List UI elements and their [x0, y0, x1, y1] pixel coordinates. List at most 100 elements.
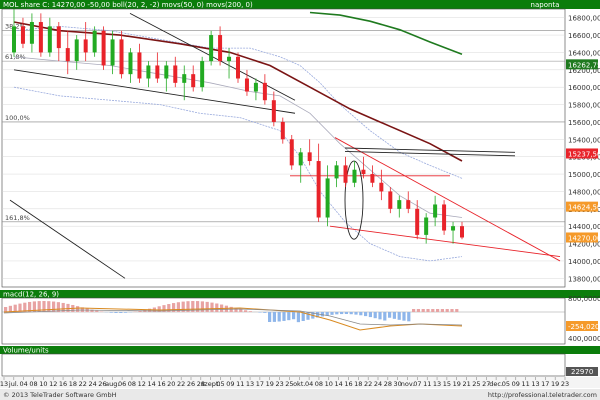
candle-body: [12, 26, 16, 53]
x-tick-label: 22: [79, 380, 87, 388]
candle-body: [74, 39, 79, 62]
x-tick-label: 18: [354, 380, 362, 388]
macd-histogram-bar: [445, 309, 449, 312]
y-tick-label: 13800,00: [568, 275, 600, 283]
macd-histogram-bar: [263, 312, 267, 313]
volume-label: Volume/units: [3, 347, 49, 355]
macd-histogram-bar: [119, 312, 123, 313]
x-tick-label: 06: [118, 380, 126, 388]
candle-body: [200, 61, 205, 88]
macd-histogram-bar: [392, 312, 396, 319]
x-tick-label: 22: [177, 380, 185, 388]
y-tick-label: 16800,00: [568, 15, 600, 23]
candle-body: [137, 52, 142, 79]
x-tick-label: 04: [305, 380, 313, 388]
candle-body: [173, 65, 178, 83]
macd-histogram-bar: [330, 312, 334, 315]
candle-body: [433, 204, 438, 218]
macd-histogram-bar: [277, 312, 281, 322]
macd-histogram-bar: [287, 312, 291, 321]
candle-body: [101, 30, 106, 66]
candle-body: [370, 174, 375, 183]
price-tag-value: 15237,50: [568, 150, 600, 158]
fib-level-label: 100,0%: [5, 114, 30, 122]
chart-window: MOL share C: 14270,00 -50,00 boll(20, 2,…: [0, 0, 600, 400]
macd-histogram-bar: [124, 312, 128, 313]
x-tick-label: 23: [561, 380, 569, 388]
x-tick-label: 20: [167, 380, 175, 388]
y-tick-label: 15800,00: [568, 102, 600, 110]
macd-histogram-bar: [306, 312, 310, 320]
macd-title-bar: [0, 290, 600, 298]
x-tick-label: 25: [472, 380, 480, 388]
candle-body: [298, 152, 303, 166]
macd-value-text: -254,0200: [568, 323, 600, 331]
macd-histogram-bar: [436, 309, 440, 312]
macd-histogram-bar: [416, 309, 420, 312]
candle-body: [56, 26, 61, 49]
macd-histogram-bar: [368, 312, 372, 318]
macd-histogram-bar: [248, 311, 252, 312]
x-tick-label: 13: [246, 380, 254, 388]
x-tick-label: 22: [364, 380, 372, 388]
x-tick-label: 07: [413, 380, 421, 388]
y-tick-label: 14000,00: [568, 258, 600, 266]
x-tick-label: 05: [502, 380, 510, 388]
candle-body: [146, 65, 151, 79]
candle-body: [244, 78, 249, 92]
x-tick-label: 16: [59, 380, 67, 388]
macd-histogram-bar: [109, 312, 113, 313]
macd-histogram-bar: [421, 309, 425, 312]
macd-histogram-bar: [431, 309, 435, 312]
x-tick-label: 11: [423, 380, 431, 388]
x-tick-label: 11: [521, 380, 529, 388]
candle-body: [182, 74, 187, 83]
macd-histogram-bar: [148, 308, 152, 312]
x-tick-label: 17: [541, 380, 549, 388]
x-tick-label: 08: [128, 380, 136, 388]
candle-body: [262, 82, 267, 101]
y-tick-label: 16000,00: [568, 84, 600, 92]
macd-histogram-bar: [426, 309, 430, 312]
macd-histogram-bar: [114, 312, 118, 313]
x-tick-label: 12: [49, 380, 57, 388]
x-tick-label: 21: [462, 380, 470, 388]
macd-histogram-bar: [344, 312, 348, 315]
x-tick-label: 13: [531, 380, 539, 388]
macd-tick-label: 800,0000: [568, 295, 600, 303]
x-tick-label: 11: [236, 380, 244, 388]
macd-histogram-bar: [268, 312, 272, 322]
y-tick-label: 14800,00: [568, 188, 600, 196]
candle-body: [271, 100, 276, 122]
chart-svg: MOL share C: 14270,00 -50,00 boll(20, 2,…: [0, 0, 600, 400]
x-tick-label: jul.: [8, 380, 19, 388]
macd-histogram-bar: [215, 303, 219, 312]
macd-histogram-bar: [210, 302, 214, 312]
macd-histogram-bar: [47, 301, 51, 312]
x-axis: 13 jul. 04 08 10 12 16 18 22 24 26aug.06 08 12 14 16 20…: [0, 377, 600, 388]
candle-body: [110, 39, 115, 66]
macd-histogram-bar: [373, 312, 377, 319]
macd-histogram-bar: [383, 312, 387, 321]
macd-histogram-bar: [244, 310, 248, 312]
macd-histogram-bar: [272, 312, 276, 322]
footer-copyright: © 2013 TeleTrader Software GmbH: [3, 391, 117, 399]
macd-histogram-bar: [52, 301, 56, 312]
macd-histogram-bar: [340, 312, 344, 315]
x-tick-label: 14: [147, 380, 155, 388]
x-tick-label: 13: [433, 380, 441, 388]
candle-body: [236, 56, 240, 79]
x-tick-label: 23: [275, 380, 283, 388]
candle-body: [191, 74, 196, 88]
x-tick-label: 15: [443, 380, 451, 388]
y-tick-label: 14400,00: [568, 223, 600, 231]
x-tick-label: okt.: [293, 380, 305, 388]
x-tick-label: 19: [551, 380, 559, 388]
chart-background: [0, 0, 600, 400]
candle-body: [38, 22, 43, 53]
candle-body: [92, 30, 97, 53]
y-tick-label: 15000,00: [568, 171, 600, 179]
x-tick-label: 24: [374, 380, 382, 388]
y-tick-label: 15600,00: [568, 119, 600, 127]
macd-histogram-bar: [292, 312, 296, 320]
